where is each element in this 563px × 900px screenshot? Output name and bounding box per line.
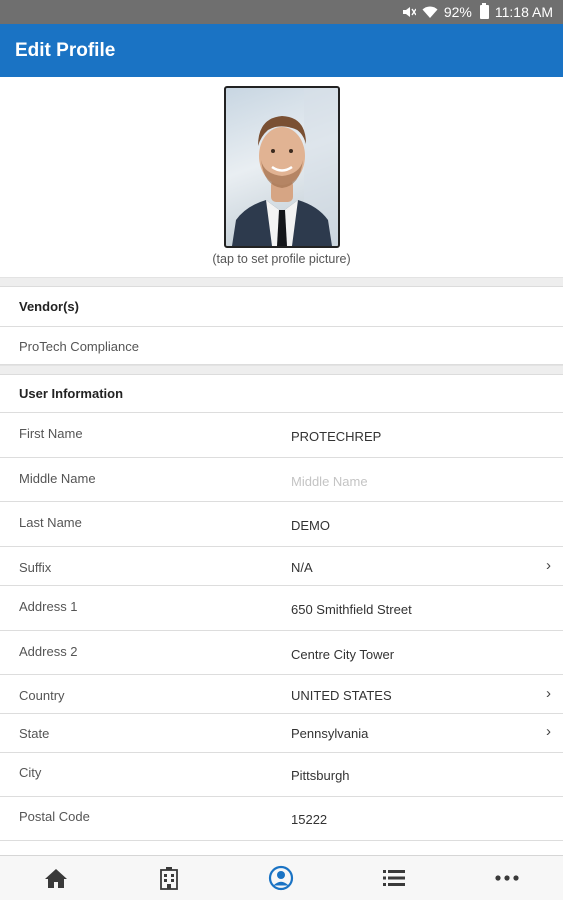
profile-photo[interactable] [224, 86, 340, 248]
last-name-field[interactable]: DEMO [291, 518, 330, 533]
battery-icon [479, 3, 489, 19]
list-icon [383, 870, 406, 886]
state-select[interactable]: Pennsylvania [291, 726, 368, 741]
last-name-row[interactable]: Last Name DEMO [0, 502, 563, 547]
postal-code-row[interactable]: Postal Code 15222 [0, 797, 563, 841]
nav-facilities[interactable] [113, 856, 226, 900]
address1-label: Address 1 [19, 599, 78, 614]
city-label: City [19, 765, 42, 780]
app-bar: Edit Profile [0, 24, 563, 77]
user-info-header: User Information [0, 375, 563, 413]
page-title: Edit Profile [15, 39, 116, 61]
first-name-field[interactable]: PROTECHREP [291, 429, 381, 444]
suffix-row[interactable]: Suffix N/A › [0, 547, 563, 586]
postal-code-label: Postal Code [19, 809, 90, 824]
chevron-right-icon: › [546, 557, 551, 574]
country-row[interactable]: Country UNITED STATES › [0, 675, 563, 714]
last-name-label: Last Name [19, 515, 82, 530]
nav-profile[interactable] [225, 856, 338, 900]
more-icon [495, 875, 519, 881]
section-divider [0, 365, 563, 375]
address2-label: Address 2 [19, 644, 78, 659]
state-label: State [19, 726, 50, 741]
section-divider [0, 277, 563, 287]
postal-code-field[interactable]: 15222 [291, 812, 327, 827]
first-name-label: First Name [19, 426, 83, 441]
country-label: Country [19, 688, 65, 703]
person-portrait-icon [232, 88, 338, 246]
city-field[interactable]: Pittsburgh [291, 768, 350, 783]
building-icon [159, 867, 178, 890]
middle-name-label: Middle Name [19, 471, 96, 486]
address1-field[interactable]: 650 Smithfield Street [291, 602, 412, 617]
chevron-right-icon: › [546, 685, 551, 702]
vendor-item[interactable]: ProTech Compliance [0, 327, 563, 365]
first-name-row[interactable]: First Name PROTECHREP [0, 413, 563, 458]
home-icon [45, 869, 68, 888]
status-bar: 92% 11:18 AM [0, 0, 563, 24]
battery-percent: 92% [443, 4, 472, 20]
suffix-label: Suffix [19, 560, 52, 575]
city-row[interactable]: City Pittsburgh [0, 753, 563, 797]
middle-name-row[interactable]: Middle Name Middle Name [0, 458, 563, 502]
mute-icon [402, 5, 416, 19]
country-select[interactable]: UNITED STATES [291, 688, 392, 703]
address2-row[interactable]: Address 2 Centre City Tower [0, 631, 563, 675]
chevron-right-icon: › [546, 723, 551, 740]
nav-home[interactable] [0, 856, 113, 900]
profile-icon [269, 865, 294, 891]
photo-hint: (tap to set profile picture) [212, 252, 351, 266]
bottom-nav [0, 855, 563, 900]
vendors-header: Vendor(s) [0, 288, 563, 327]
vendors-title: Vendor(s) [19, 299, 79, 314]
user-info-title: User Information [19, 386, 124, 401]
vendor-name: ProTech Compliance [19, 339, 139, 354]
suffix-select[interactable]: N/A [291, 560, 313, 575]
address1-row[interactable]: Address 1 650 Smithfield Street [0, 586, 563, 631]
nav-more[interactable] [450, 856, 563, 900]
state-row[interactable]: State Pennsylvania › [0, 714, 563, 753]
nav-list[interactable] [338, 856, 451, 900]
middle-name-field[interactable]: Middle Name [291, 474, 368, 489]
address2-field[interactable]: Centre City Tower [291, 647, 394, 662]
clock: 11:18 AM [494, 4, 553, 20]
profile-photo-section: (tap to set profile picture) [0, 77, 563, 277]
wifi-icon [422, 5, 438, 19]
